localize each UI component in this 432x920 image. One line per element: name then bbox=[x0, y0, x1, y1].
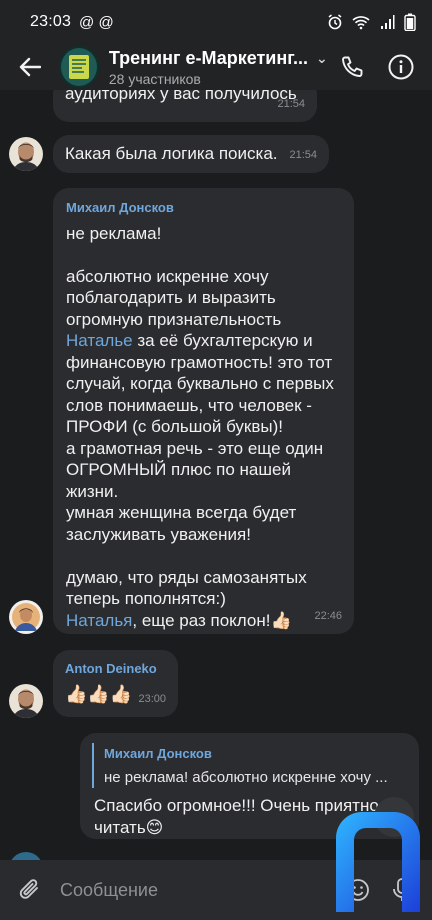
message-bubble[interactable]: Anton Deineko 👍🏻👍🏻👍🏻 23:00 bbox=[53, 650, 178, 717]
attach-button[interactable] bbox=[0, 860, 60, 920]
status-time: 23:03 bbox=[30, 13, 72, 30]
status-bar: 23:03 @ @ bbox=[0, 0, 432, 44]
participants-count: 28 участников bbox=[108, 70, 201, 87]
paperclip-icon bbox=[19, 879, 38, 899]
message-text: аудиториях у вас получилось bbox=[65, 90, 297, 103]
chevron-down-icon: ⌄ bbox=[315, 49, 328, 66]
text-fragment: думаю, что ряды самозанятых теперь попол… bbox=[66, 567, 307, 609]
battery-icon bbox=[404, 13, 416, 31]
overlay-logo-icon bbox=[336, 812, 420, 912]
reply-author: Михаил Донсков bbox=[104, 746, 212, 761]
message-input[interactable] bbox=[60, 879, 336, 901]
text-fragment: , еще раз поклон!👍🏻 bbox=[132, 610, 292, 630]
avatar[interactable] bbox=[9, 137, 43, 171]
message-time: 23:00 bbox=[138, 692, 166, 705]
sender-name: Anton Deineko bbox=[65, 661, 157, 676]
back-button[interactable] bbox=[4, 44, 57, 90]
text-fragment: абсолютно искренне хочу поблагодарить и … bbox=[66, 266, 282, 329]
message-bubble[interactable]: аудиториях у вас получилось 21:54 bbox=[53, 90, 317, 122]
mention-link[interactable]: Наталье bbox=[66, 331, 133, 350]
message-bubble[interactable]: Михаил Донсков не реклама! абсолютно иск… bbox=[53, 188, 354, 634]
group-avatar[interactable] bbox=[58, 46, 99, 88]
phone-icon bbox=[342, 56, 363, 77]
message-time: 21:54 bbox=[277, 97, 305, 110]
alarm-icon bbox=[327, 14, 343, 30]
info-button[interactable] bbox=[377, 44, 426, 90]
signal-icon bbox=[379, 14, 395, 30]
message-time: 21:54 bbox=[289, 148, 317, 161]
avatar[interactable] bbox=[9, 600, 43, 634]
group-logo-icon bbox=[68, 55, 89, 79]
sender-name: Михаил Донсков bbox=[66, 200, 174, 215]
message-text: Какая была логика поиска. bbox=[65, 144, 278, 163]
chat-title-text: Тренинг е-Маркетинг... bbox=[108, 47, 308, 68]
chat-title-block[interactable]: Тренинг е-Маркетинг... ⌄ 28 участников bbox=[109, 48, 328, 87]
mention-link[interactable]: Наталья bbox=[66, 611, 132, 630]
avatar[interactable] bbox=[9, 684, 43, 718]
message-time: 22:46 bbox=[314, 609, 342, 622]
reply-text: не реклама! абсолютно искренне хочу ... bbox=[104, 768, 388, 786]
text-fragment: не реклама! bbox=[66, 223, 162, 243]
reply-quote[interactable]: Михаил Донсков не реклама! абсолютно иск… bbox=[92, 743, 405, 788]
wifi-icon bbox=[352, 14, 370, 30]
back-arrow-icon bbox=[20, 57, 42, 77]
message-text: не реклама! абсолютно искренне хочу побл… bbox=[66, 223, 342, 632]
chat-header: Тренинг е-Маркетинг... ⌄ 28 участников bbox=[0, 44, 432, 90]
avatar[interactable] bbox=[9, 852, 43, 860]
info-icon bbox=[388, 54, 414, 80]
call-button[interactable] bbox=[328, 44, 377, 90]
text-fragment: за её бухгалтерскую и финансовую грамотн… bbox=[66, 331, 334, 544]
notification-icons: @ @ bbox=[79, 13, 114, 31]
message-bubble[interactable]: Какая была логика поиска. 21:54 bbox=[53, 135, 329, 173]
chat-title: Тренинг е-Маркетинг... ⌄ bbox=[109, 48, 328, 69]
message-list[interactable]: аудиториях у вас получилось 21:54 Какая … bbox=[0, 90, 432, 860]
